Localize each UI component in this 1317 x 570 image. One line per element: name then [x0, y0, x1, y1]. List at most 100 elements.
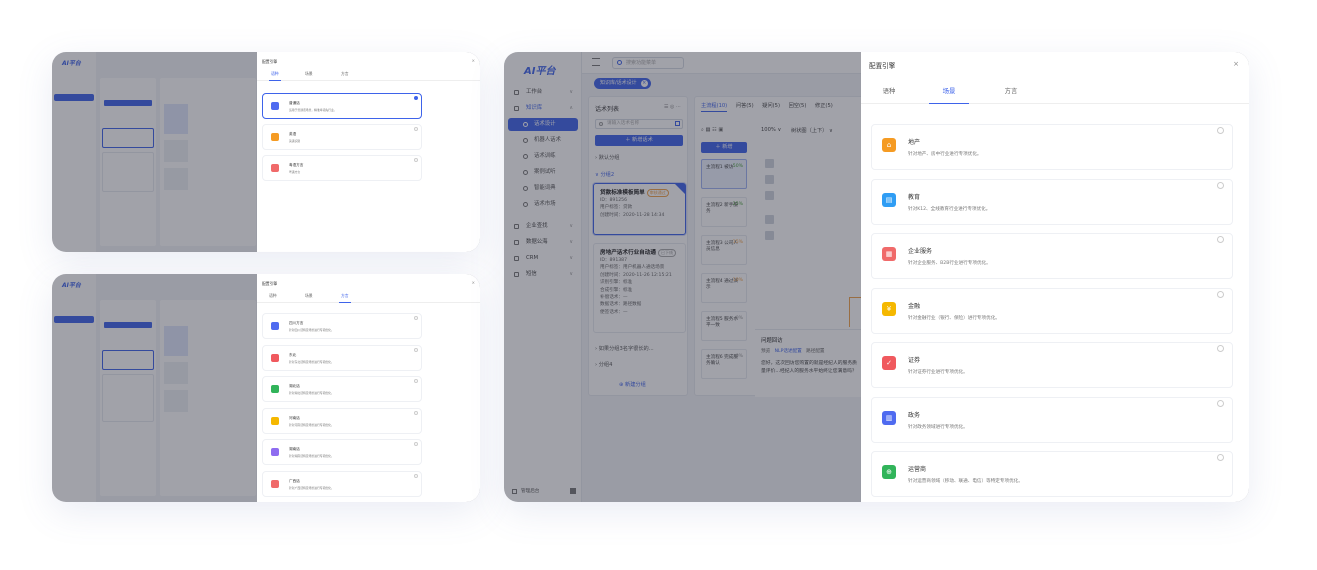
radio-button[interactable]: [414, 127, 418, 131]
radio-button[interactable]: [1217, 236, 1224, 243]
sidebar-item[interactable]: 机器人话术: [508, 134, 578, 147]
group-2[interactable]: ∨ 分组2: [595, 171, 614, 178]
flow-toolbar-icons[interactable]: ⌕ ▦ ☷ ▣: [701, 127, 723, 134]
script-card[interactable]: 贷款标准模板简单 审核通过 ID：891256 用户标签：贷款 创建时间：2020…: [593, 183, 686, 235]
language-option-card[interactable]: 粤语方言 粤语方言: [262, 155, 422, 181]
dialect-option-card[interactable]: 湖北话 针对湖北话特定场景进行专项优化。: [262, 376, 422, 402]
tab-main-flow[interactable]: 主流程(10): [701, 103, 728, 112]
tab-scene[interactable]: 场景: [929, 84, 969, 104]
sidebar-item[interactable]: 短信 ∨: [508, 268, 578, 281]
group-default[interactable]: › 默认分组: [595, 154, 620, 161]
tab-fix[interactable]: 修正(5): [815, 103, 833, 109]
tab-doubt[interactable]: 疑问(5): [762, 103, 780, 109]
chevron-icon[interactable]: ∨: [569, 268, 573, 281]
layout-select[interactable]: 树状图（上下） ∨: [791, 127, 833, 134]
tab-path[interactable]: 路径配置: [806, 349, 824, 354]
radio-button[interactable]: [414, 347, 418, 352]
zoom-out-icon[interactable]: [765, 175, 774, 184]
chevron-icon[interactable]: ∨: [569, 86, 573, 99]
close-icon[interactable]: ×: [472, 280, 475, 285]
add-group-button[interactable]: ⊕ 新建分组: [619, 381, 646, 388]
sidebar-footer[interactable]: 管理后台: [512, 488, 576, 494]
tab-nlp[interactable]: NLP话述配置: [775, 349, 802, 354]
chevron-icon[interactable]: ∨: [569, 252, 573, 265]
dialect-option-card[interactable]: 湖南话 针对湖南话特定场景进行专项优化。: [262, 439, 422, 465]
radio-button[interactable]: [1217, 345, 1224, 352]
sidebar-item[interactable]: 数据公海 ∨: [508, 236, 578, 249]
tab-language[interactable]: 语种: [269, 71, 281, 81]
flow-step-node[interactable]: 主流程5 服务水平一致 0%: [701, 311, 747, 341]
radio-button[interactable]: [414, 316, 418, 320]
tab-empty[interactable]: 回空(5): [789, 103, 807, 109]
radio-button[interactable]: [414, 473, 418, 478]
tab-language[interactable]: 语种: [869, 84, 909, 104]
tab-scene[interactable]: 场景: [305, 293, 313, 299]
chevron-icon[interactable]: ∨: [569, 220, 573, 233]
dialect-option-card[interactable]: 河南话 针对河南话特定场景进行专项优化。: [262, 407, 422, 434]
panel-actions[interactable]: ☰ ◎ ⋯: [664, 104, 681, 110]
radio-button[interactable]: [1217, 127, 1224, 134]
dialect-option-card[interactable]: 四川方言 针对四川话特定场景进行专项优化。: [262, 313, 422, 339]
sidebar-item[interactable]: 工作台 ∨: [508, 86, 578, 99]
sidebar-item[interactable]: 智能词典: [508, 182, 578, 195]
sidebar-item[interactable]: 话术设计: [508, 118, 578, 131]
center-icon[interactable]: [765, 215, 774, 224]
close-icon[interactable]: ×: [472, 58, 475, 63]
dialect-option-card[interactable]: 东北 针对东北话特定场景进行专项优化。: [262, 344, 422, 371]
language-option-card[interactable]: 英语 英语识别: [262, 124, 422, 150]
flow-step-node[interactable]: 主流程2 新手服务 25%: [701, 197, 747, 227]
tab-dialect[interactable]: 方言: [991, 84, 1031, 104]
add-flow-button[interactable]: ＋ 新增: [701, 142, 747, 153]
tab-scene[interactable]: 场景: [305, 71, 313, 77]
zoom-in-icon[interactable]: [765, 159, 774, 168]
scene-option-card[interactable]: ⊕ 运营商 针对运营商领域（移动、联通、电信）等特定专项优化。: [871, 451, 1233, 497]
thumbnail-language-config[interactable]: AI平台 配置引擎 × 语种 场景 方言 普通话 适用于普通话场景，精准率领先行业…: [52, 52, 480, 252]
scene-option-card[interactable]: ⌂ 地产 针对地产、房中行业进行专项优化。: [871, 124, 1233, 170]
flow-step-node[interactable]: 主流程3 公司人员信息 15%: [701, 235, 747, 265]
tree-icon[interactable]: [765, 231, 774, 240]
zoom-select[interactable]: 100% ∨: [761, 127, 781, 133]
chevron-icon[interactable]: ∧: [569, 102, 573, 115]
close-icon[interactable]: ×: [640, 80, 648, 87]
sidebar-item[interactable]: 话术训练: [508, 150, 578, 163]
radio-button[interactable]: [1217, 399, 1224, 407]
script-card[interactable]: 房地产话术行业自动通 已下线 ID：891387 用户标签：用户机器人通话场景 创…: [593, 243, 686, 333]
breadcrumb-tag[interactable]: 知识库/话术设计 ×: [594, 78, 651, 89]
radio-button[interactable]: [414, 96, 418, 100]
fit-icon[interactable]: [765, 191, 774, 200]
scene-option-card[interactable]: ▥ 政务 针对政务领域进行专项优化。: [871, 396, 1233, 443]
scene-option-card[interactable]: ✓ 证券 针对证券行业进行专项优化。: [871, 342, 1233, 388]
thumbnail-dialect-config[interactable]: AI平台 配置引擎 × 语种 场景 方言 四川方言 针对四川话特定场景进行专项优化…: [52, 274, 480, 502]
radio-button[interactable]: [1217, 181, 1224, 189]
dialect-option-card[interactable]: 广西话 针对广西话特定场景进行专项优化。: [262, 470, 422, 497]
tab-qa[interactable]: 问答(5): [736, 103, 754, 109]
add-script-button[interactable]: ＋ 新增话术: [595, 135, 683, 146]
collapse-icon[interactable]: [570, 488, 576, 494]
radio-button[interactable]: [1217, 454, 1224, 461]
tab-dialect[interactable]: 方言: [339, 293, 351, 303]
search-input[interactable]: 搜索功能菜单: [612, 57, 684, 69]
chevron-icon[interactable]: ∨: [569, 236, 573, 249]
radio-button[interactable]: [414, 158, 418, 162]
close-icon[interactable]: ×: [1233, 60, 1239, 68]
scene-option-card[interactable]: ¥ 金融 针对金融行业（银行、保险）进行专项优化。: [871, 287, 1233, 334]
calendar-icon[interactable]: [675, 121, 680, 126]
scene-option-card[interactable]: ▤ 教育 针对K12、全线教育行业进行专项优化。: [871, 178, 1233, 225]
radio-button[interactable]: [1217, 290, 1224, 298]
sidebar-item[interactable]: CRM ∨: [508, 252, 578, 265]
sidebar-item[interactable]: 话术市场: [508, 198, 578, 211]
tab-preview[interactable]: 预览: [761, 349, 770, 354]
tab-dialect[interactable]: 方言: [341, 71, 349, 77]
group-4[interactable]: › 分组4: [595, 361, 612, 368]
sidebar-item[interactable]: 知识库 ∧: [508, 102, 578, 115]
flow-step-node[interactable]: 主流程1 被访 50%: [701, 159, 747, 189]
menu-icon[interactable]: [592, 58, 600, 66]
scene-option-card[interactable]: ▦ 企业服务 针对企业服务、B2B行业进行专项优化。: [871, 233, 1233, 279]
sidebar-item[interactable]: 企业查找 ∨: [508, 220, 578, 233]
group-3[interactable]: › 如果分组3名字很长的...: [595, 345, 654, 352]
flow-step-node[interactable]: 主流程6 完成服务确认 0%: [701, 349, 747, 379]
radio-button[interactable]: [414, 410, 418, 415]
sidebar-item[interactable]: 案例试听: [508, 166, 578, 179]
tab-language[interactable]: 语种: [269, 293, 277, 299]
language-option-card[interactable]: 普通话 适用于普通话场景，精准率领先行业。: [262, 93, 422, 119]
